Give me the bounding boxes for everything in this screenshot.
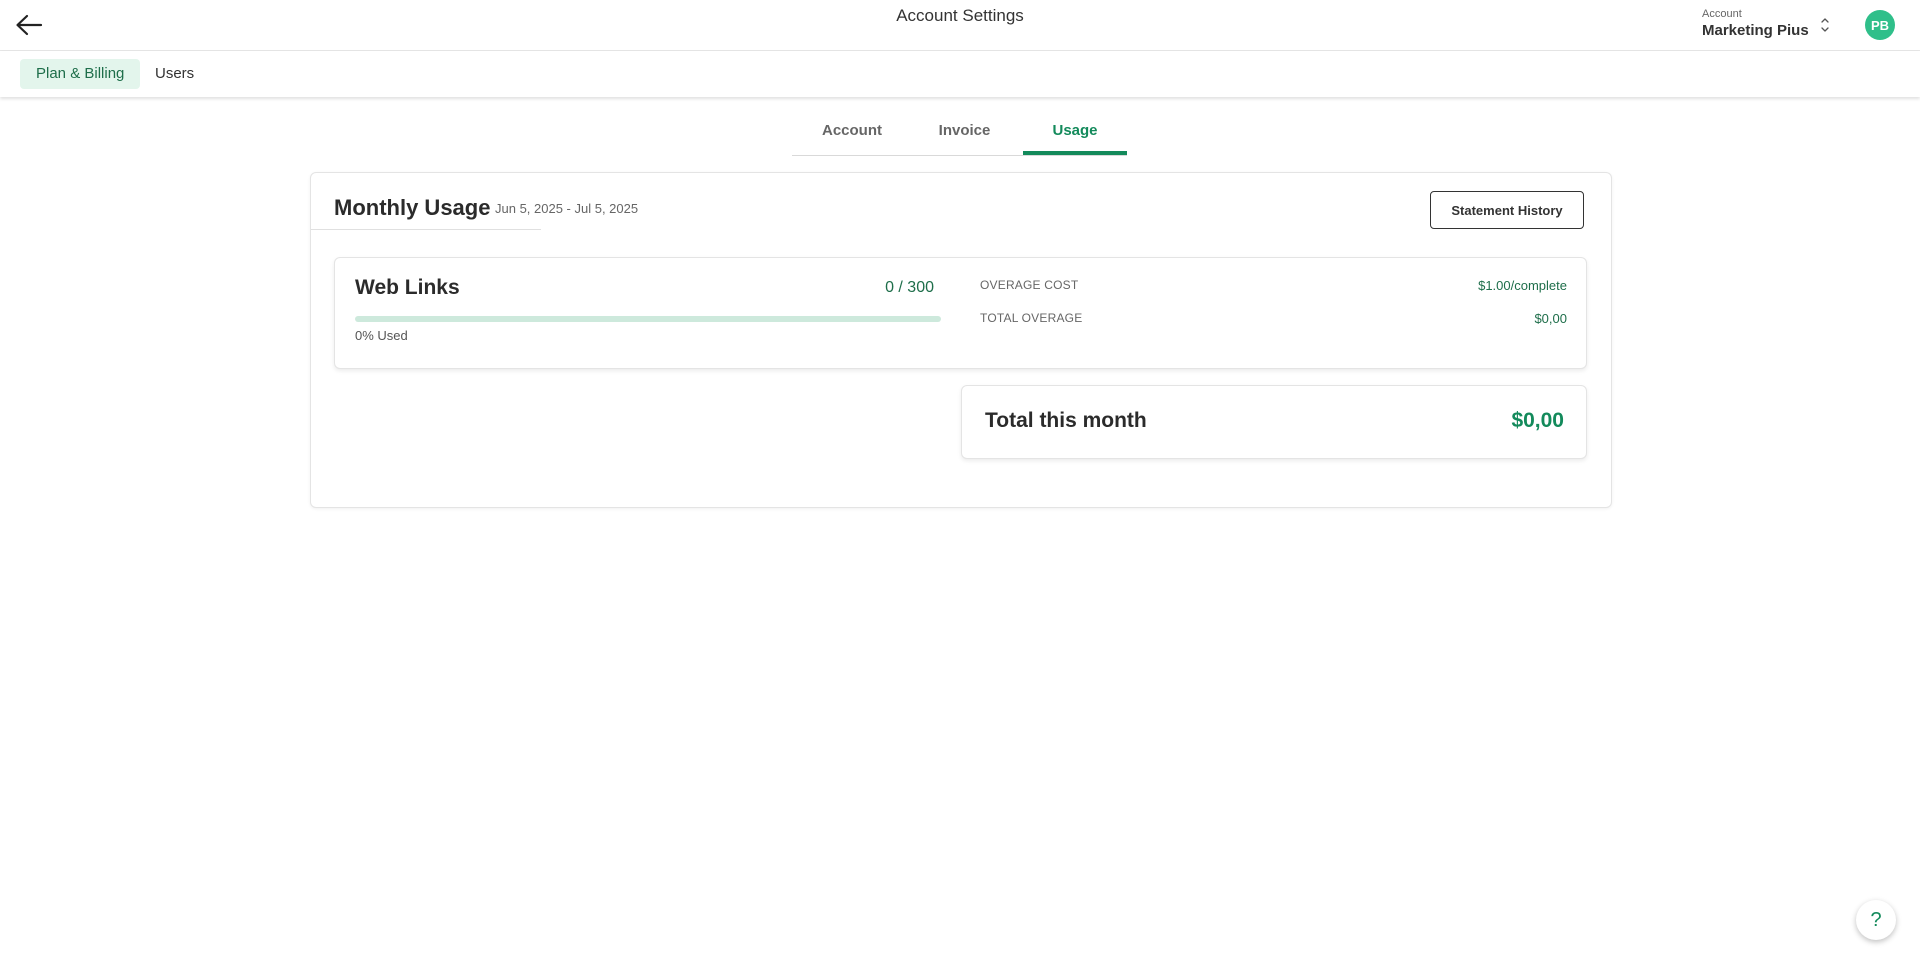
subnav-item-plan-billing[interactable]: Plan & Billing: [20, 59, 141, 89]
total-this-month-panel: Total this month $0,00: [961, 385, 1587, 459]
account-name: Marketing Pius: [1702, 22, 1809, 39]
monthly-usage-card: Monthly Usage Jun 5, 2025 - Jul 5, 2025 …: [310, 172, 1612, 508]
billing-tabs: Account Invoice Usage: [792, 113, 1127, 156]
total-overage-value: $0,00: [1534, 311, 1567, 326]
tab-account[interactable]: Account: [792, 113, 912, 153]
page-title: Account Settings: [896, 6, 1024, 25]
total-label: Total this month: [985, 409, 1147, 432]
usage-item-name: Web Links: [355, 276, 460, 299]
billing-period: Jun 5, 2025 - Jul 5, 2025: [495, 201, 639, 216]
usage-percent-text: 0% Used: [355, 328, 408, 343]
usage-item-count: 0 / 300: [885, 279, 934, 296]
usage-progress-bar: [355, 316, 941, 322]
title-divider: [311, 229, 541, 230]
avatar[interactable]: PB: [1865, 10, 1895, 40]
overage-cost-label: OVERAGE COST: [980, 278, 1079, 292]
overage-cost-value: $1.00/complete: [1478, 278, 1567, 293]
account-switcher[interactable]: Account Marketing Pius: [1702, 7, 1842, 43]
total-overage-label: TOTAL OVERAGE: [980, 311, 1083, 325]
top-bar: Account Settings Account Marketing Pius …: [0, 0, 1920, 51]
sub-navigation: Plan & Billing Users: [0, 51, 1920, 97]
tab-usage[interactable]: Usage: [1023, 113, 1127, 155]
card-title: Monthly Usage: [334, 195, 491, 220]
account-label: Account: [1702, 8, 1742, 20]
usage-item-panel: Web Links 0 / 300 0% Used OVERAGE COST $…: [334, 257, 1587, 369]
statement-history-button[interactable]: Statement History: [1430, 191, 1584, 229]
total-value: $0,00: [1511, 409, 1564, 432]
tab-invoice[interactable]: Invoice: [912, 113, 1017, 153]
chevron-updown-icon: [1821, 18, 1829, 32]
question-mark-icon: ?: [1870, 908, 1882, 931]
subnav-item-users[interactable]: Users: [139, 59, 210, 89]
help-button[interactable]: ?: [1856, 900, 1896, 940]
